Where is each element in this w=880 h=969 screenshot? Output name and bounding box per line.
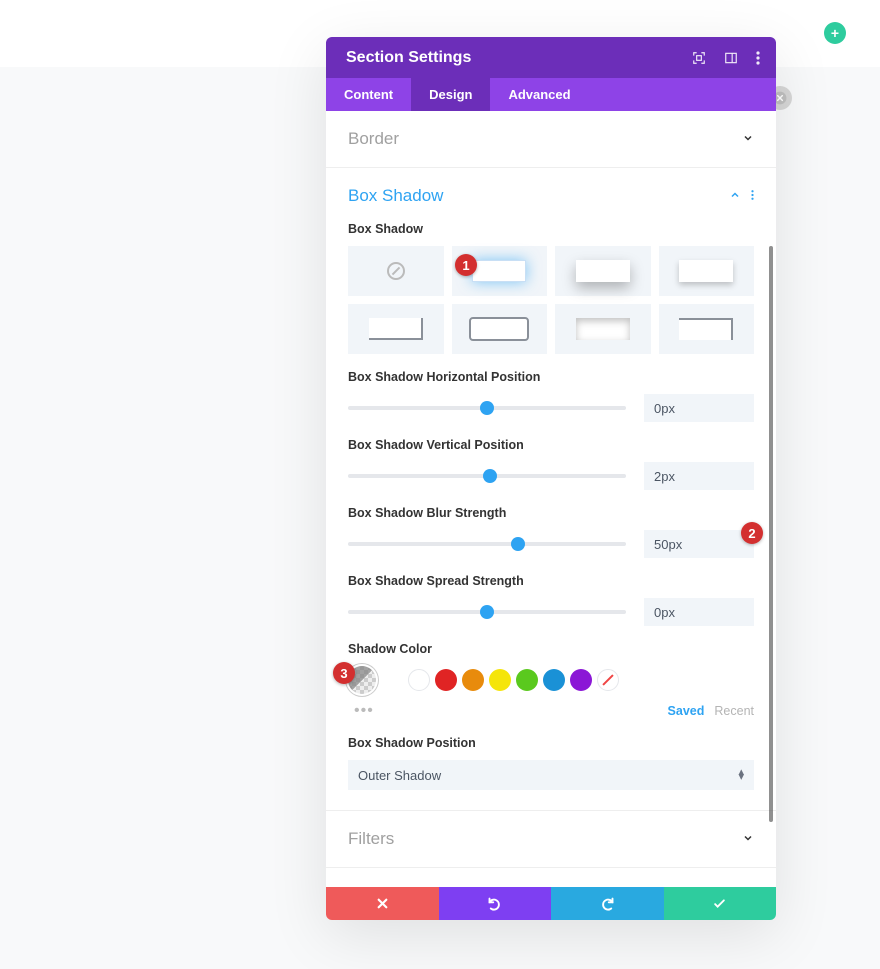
none-icon bbox=[387, 262, 405, 280]
color-swatch-row bbox=[348, 666, 754, 694]
section-title: Border bbox=[348, 129, 399, 149]
section-box-shadow: Box Shadow Box Shadow bbox=[326, 168, 776, 811]
color-tab-saved[interactable]: Saved bbox=[668, 704, 705, 718]
redo-button[interactable] bbox=[551, 887, 664, 920]
modal-title: Section Settings bbox=[346, 49, 471, 67]
shadow-preset-drop-small[interactable] bbox=[659, 246, 755, 296]
cancel-button[interactable] bbox=[326, 887, 439, 920]
spread-strength-value[interactable]: 0px bbox=[644, 598, 754, 626]
section-border[interactable]: Border bbox=[326, 111, 776, 168]
settings-body[interactable]: Border Box Shadow bbox=[326, 111, 776, 887]
more-colors-icon[interactable]: ••• bbox=[348, 702, 374, 720]
vertical-position-value[interactable]: 2px bbox=[644, 462, 754, 490]
color-swatch-clear[interactable] bbox=[597, 669, 619, 691]
shadow-preset-grid bbox=[348, 246, 754, 354]
color-swatch-red[interactable] bbox=[435, 669, 457, 691]
field-label: Shadow Color bbox=[348, 642, 754, 656]
tab-design[interactable]: Design bbox=[411, 78, 490, 111]
field-label: Box Shadow Spread Strength bbox=[348, 574, 754, 588]
scrollbar[interactable] bbox=[769, 246, 773, 822]
section-transform[interactable]: Transform bbox=[326, 868, 776, 887]
tab-bar: Content Design Advanced bbox=[326, 78, 776, 111]
action-bar bbox=[326, 887, 776, 920]
color-swatch-yellow[interactable] bbox=[489, 669, 511, 691]
color-swatch-purple[interactable] bbox=[570, 669, 592, 691]
color-swatch-blue[interactable] bbox=[543, 669, 565, 691]
section-settings-modal: Section Settings Content Design Advanced… bbox=[326, 37, 776, 920]
color-swatch-orange[interactable] bbox=[462, 669, 484, 691]
undo-button[interactable] bbox=[439, 887, 552, 920]
vertical-position-slider[interactable] bbox=[348, 474, 626, 478]
field-label: Box Shadow Position bbox=[348, 736, 754, 750]
section-more-icon[interactable] bbox=[751, 188, 754, 204]
shadow-preset-top-right[interactable] bbox=[659, 304, 755, 354]
section-title: Transform bbox=[348, 886, 425, 887]
field-label: Box Shadow Vertical Position bbox=[348, 438, 754, 452]
select-caret-icon: ▴▾ bbox=[738, 770, 744, 780]
chevron-down-icon bbox=[742, 132, 754, 147]
color-tab-recent[interactable]: Recent bbox=[714, 704, 754, 718]
section-filters[interactable]: Filters bbox=[326, 811, 776, 868]
shadow-preset-bottom-right[interactable] bbox=[348, 304, 444, 354]
spread-strength-slider[interactable] bbox=[348, 610, 626, 614]
shadow-preset-glow[interactable] bbox=[452, 246, 548, 296]
section-title: Filters bbox=[348, 829, 394, 849]
expand-icon[interactable] bbox=[692, 51, 706, 65]
shadow-preset-drop-large[interactable] bbox=[555, 246, 651, 296]
tab-content[interactable]: Content bbox=[326, 78, 411, 111]
field-label: Box Shadow bbox=[348, 222, 754, 236]
more-icon[interactable] bbox=[756, 51, 760, 65]
save-button[interactable] bbox=[664, 887, 777, 920]
titlebar: Section Settings bbox=[326, 37, 776, 78]
field-label: Box Shadow Blur Strength bbox=[348, 506, 754, 520]
horizontal-position-value[interactable]: 0px bbox=[644, 394, 754, 422]
color-swatch-white[interactable] bbox=[408, 669, 430, 691]
color-swatch-current[interactable] bbox=[348, 666, 376, 694]
shadow-position-select[interactable]: Outer Shadow bbox=[348, 760, 754, 790]
section-title: Box Shadow bbox=[348, 186, 443, 206]
shadow-preset-inset[interactable] bbox=[555, 304, 651, 354]
chevron-down-icon bbox=[742, 832, 754, 847]
tab-advanced[interactable]: Advanced bbox=[490, 78, 588, 111]
color-swatch-green[interactable] bbox=[516, 669, 538, 691]
chevron-up-icon[interactable] bbox=[729, 189, 741, 204]
field-label: Box Shadow Horizontal Position bbox=[348, 370, 754, 384]
shadow-preset-none[interactable] bbox=[348, 246, 444, 296]
horizontal-position-slider[interactable] bbox=[348, 406, 626, 410]
blur-strength-slider[interactable] bbox=[348, 542, 626, 546]
add-section-fab[interactable]: + bbox=[824, 22, 846, 44]
shadow-preset-outline[interactable] bbox=[452, 304, 548, 354]
panel-icon[interactable] bbox=[724, 51, 738, 65]
color-swatch-black[interactable] bbox=[381, 669, 403, 691]
blur-strength-value[interactable]: 50px bbox=[644, 530, 754, 558]
